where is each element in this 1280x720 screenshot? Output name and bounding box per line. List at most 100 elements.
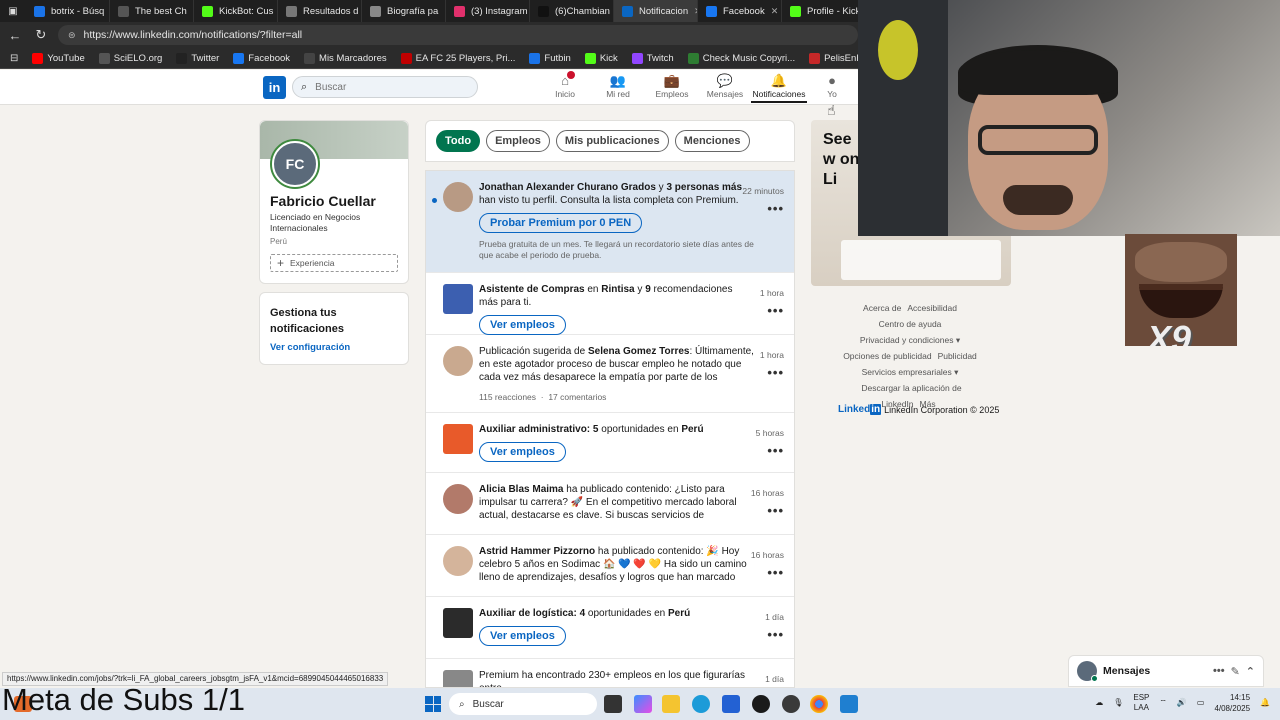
footer-link[interactable]: Servicios empresariales ▾ (862, 367, 959, 377)
cloud-icon[interactable]: ☁ (1095, 697, 1103, 709)
profile-name[interactable]: Fabricio Cuellar (270, 193, 405, 209)
language-indicator[interactable]: ESP (1133, 693, 1149, 703)
footer-link[interactable]: Centro de ayuda (879, 319, 942, 329)
url-field[interactable]: ⊜ https://www.linkedin.com/notifications… (58, 25, 858, 45)
more-options-icon[interactable]: ••• (767, 628, 784, 641)
wifi-icon[interactable]: ⌔ (1159, 697, 1167, 709)
notification-item[interactable]: Publicación sugerida de Selena Gomez Tor… (426, 335, 794, 413)
app-icon[interactable] (782, 695, 800, 713)
notification-avatar[interactable] (443, 608, 473, 638)
browser-tab[interactable]: (6)Chambian✕ (530, 0, 614, 22)
edge-icon[interactable] (692, 695, 710, 713)
reload-icon[interactable]: ↻ (32, 27, 50, 43)
filter-pill[interactable]: Todo (436, 130, 481, 152)
browser-tab[interactable]: Profile - Kick✕ (782, 0, 866, 22)
mic-icon[interactable]: 🎙 (1113, 697, 1123, 709)
search-input[interactable] (315, 81, 456, 93)
notification-item[interactable]: Auxiliar de logística: 4 oportunidades e… (426, 597, 794, 659)
notification-item[interactable]: Astrid Hammer Pizzorno ha publicado cont… (426, 535, 794, 597)
notification-avatar[interactable] (443, 284, 473, 314)
nav-item-notificaciones[interactable]: 🔔 Notificaciones (751, 73, 807, 103)
filter-pill[interactable]: Menciones (674, 130, 750, 152)
notification-item[interactable]: Asistente de Compras en Rintisa y 9 reco… (426, 273, 794, 335)
search-box[interactable]: ⌕ (292, 76, 478, 98)
nav-item-inicio[interactable]: ⌂ Inicio (537, 71, 593, 103)
notification-avatar[interactable] (443, 182, 473, 212)
footer-link[interactable]: Accesibilidad (907, 303, 957, 313)
clock-time[interactable]: 14:15 (1214, 692, 1250, 703)
photos-icon[interactable] (840, 695, 858, 713)
bookmark-item[interactable]: Futbin (529, 52, 571, 64)
browser-tab[interactable]: The best Ch✕ (110, 0, 194, 22)
window-menu-icon[interactable]: ▣ (0, 0, 26, 22)
notification-avatar[interactable] (443, 346, 473, 376)
compose-icon[interactable]: ✎ (1231, 665, 1240, 678)
more-options-icon[interactable]: ••• (767, 366, 784, 379)
footer-link[interactable]: Opciones de publicidad (843, 351, 931, 361)
task-view-icon[interactable] (604, 695, 622, 713)
notification-action-button[interactable]: Ver empleos (479, 442, 566, 462)
notifications-feed[interactable]: Jonathan Alexander Churano Grados y 3 pe… (425, 170, 795, 688)
browser-tab[interactable]: Biografía pa✕ (362, 0, 446, 22)
taskbar-search[interactable]: ⌕ Buscar (449, 693, 597, 715)
nav-item-mensajes[interactable]: 💬 Mensajes (697, 73, 753, 103)
filter-pill[interactable]: Empleos (486, 130, 550, 152)
add-experience-button[interactable]: + Experiencia (270, 254, 398, 272)
notification-action-button[interactable]: Probar Premium por 0 PEN (479, 213, 643, 233)
more-options-icon[interactable]: ••• (767, 202, 784, 215)
nav-item-mi-red[interactable]: 👥 Mi red (590, 73, 646, 103)
bookmark-item[interactable]: YouTube (32, 52, 85, 64)
notification-avatar[interactable] (443, 670, 473, 687)
site-info-icon[interactable]: ⊜ (68, 30, 76, 41)
messaging-bar[interactable]: Mensajes ••• ✎ ⌃ (1068, 655, 1264, 687)
more-options-icon[interactable]: ••• (767, 304, 784, 317)
bookmark-item[interactable]: Twitter (176, 52, 219, 64)
bookmark-item[interactable]: Kick (584, 52, 618, 64)
view-settings-link[interactable]: Ver configuración (270, 342, 398, 353)
chevron-up-icon[interactable]: ⌃ (1246, 665, 1255, 678)
bookmarks-menu-icon[interactable]: ⊟ (10, 53, 18, 64)
store-icon[interactable] (722, 695, 740, 713)
close-icon[interactable]: ✕ (771, 6, 779, 17)
nav-item-yo[interactable]: ● Yo (804, 73, 860, 103)
browser-tab[interactable]: Resultados d✕ (278, 0, 362, 22)
notification-avatar[interactable] (443, 424, 473, 454)
bookmark-item[interactable]: EA FC 25 Players, Pri... (400, 52, 515, 64)
notification-item[interactable]: Alicia Blas Maima ha publicado contenido… (426, 473, 794, 535)
footer-link[interactable]: Acerca de (863, 303, 901, 313)
notification-action-button[interactable]: Ver empleos (479, 315, 566, 335)
bookmark-item[interactable]: Check Music Copyri... (687, 52, 795, 64)
volume-icon[interactable]: 🔊 (1177, 697, 1187, 709)
notification-item[interactable]: Jonathan Alexander Churano Grados y 3 pe… (426, 171, 794, 273)
xbox-icon[interactable] (752, 695, 770, 713)
copilot-icon[interactable] (634, 695, 652, 713)
bookmark-item[interactable]: Twitch (631, 52, 674, 64)
more-options-icon[interactable]: ••• (767, 566, 784, 579)
notification-avatar[interactable] (443, 546, 473, 576)
footer-link[interactable]: Privacidad y condiciones ▾ (860, 335, 960, 345)
clock-date[interactable]: 4/08/2025 (1214, 703, 1250, 714)
browser-tab[interactable]: Facebook ✕ (698, 0, 782, 22)
footer-link[interactable]: Publicidad (938, 351, 977, 361)
windows-start-icon[interactable] (425, 696, 441, 712)
battery-icon[interactable]: ▭ (1197, 697, 1205, 709)
nav-item-empleos[interactable]: 💼 Empleos (644, 73, 700, 103)
filter-pill[interactable]: Mis publicaciones (555, 130, 669, 152)
browser-tab[interactable]: Notificacion✕ (614, 0, 698, 22)
profile-avatar[interactable]: FC (272, 141, 318, 187)
more-options-icon[interactable]: ••• (1213, 665, 1225, 677)
browser-tab[interactable]: KickBot: Cus✕ (194, 0, 278, 22)
notification-avatar[interactable] (443, 484, 473, 514)
notification-action-button[interactable]: Ver empleos (479, 626, 566, 646)
file-explorer-icon[interactable] (662, 695, 680, 713)
chrome-icon[interactable] (810, 695, 828, 713)
more-options-icon[interactable]: ••• (767, 504, 784, 517)
bookmark-item[interactable]: SciELO.org (98, 52, 162, 64)
linkedin-logo[interactable]: in (263, 76, 286, 99)
more-options-icon[interactable]: ••• (767, 444, 784, 457)
system-tray[interactable]: ☁ 🎙 ESP LAA ⌔ 🔊 ▭ 14:15 4/08/2025 🔔 (1095, 692, 1270, 714)
bookmark-item[interactable]: Mis Marcadores (304, 52, 387, 64)
notification-item[interactable]: Premium ha encontrado 230+ empleos en lo… (426, 659, 794, 687)
browser-tab[interactable]: botrix - Búsq✕ (26, 0, 110, 22)
notification-bell-icon[interactable]: 🔔 (1260, 697, 1270, 709)
